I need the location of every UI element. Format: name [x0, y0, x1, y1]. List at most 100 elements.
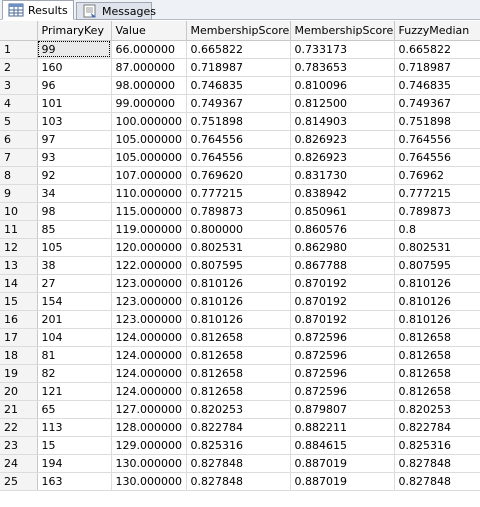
- membershipscore-2-cell[interactable]: 0.831730: [290, 166, 395, 185]
- column-header-membershipscore[interactable]: MembershipScore: [186, 21, 291, 41]
- value-cell[interactable]: 128.000000: [111, 418, 187, 437]
- value-cell[interactable]: 124.000000: [111, 328, 187, 347]
- membershipscore-cell[interactable]: 0.749367: [186, 94, 291, 113]
- row-number[interactable]: 21: [0, 400, 38, 419]
- table-row[interactable]: 22 113 128.000000 0.822784 0.882211 0.822784: [0, 418, 480, 437]
- value-cell[interactable]: 100.000000: [111, 112, 187, 131]
- value-cell[interactable]: 87.000000: [111, 58, 187, 77]
- row-number[interactable]: 10: [0, 202, 38, 221]
- row-number[interactable]: 20: [0, 382, 38, 401]
- primarykey-cell[interactable]: 93: [37, 148, 112, 167]
- membershipscore-2-cell[interactable]: 0.812500: [290, 94, 395, 113]
- fuzzymedian-cell[interactable]: 0.749367: [394, 94, 480, 113]
- value-cell[interactable]: 123.000000: [111, 292, 187, 311]
- table-row[interactable]: 9 34 110.000000 0.777215 0.838942 0.777215: [0, 184, 480, 203]
- fuzzymedian-cell[interactable]: 0.789873: [394, 202, 480, 221]
- results-grid[interactable]: PrimaryKey Value MembershipScore Members…: [0, 21, 480, 507]
- row-number[interactable]: 25: [0, 472, 38, 491]
- table-row[interactable]: 24 194 130.000000 0.827848 0.887019 0.827848: [0, 454, 480, 473]
- membershipscore-cell[interactable]: 0.746835: [186, 76, 291, 95]
- membershipscore-cell[interactable]: 0.764556: [186, 130, 291, 149]
- value-cell[interactable]: 124.000000: [111, 346, 187, 365]
- membershipscore-cell[interactable]: 0.802531: [186, 238, 291, 257]
- value-cell[interactable]: 98.000000: [111, 76, 187, 95]
- table-row[interactable]: 21 65 127.000000 0.820253 0.879807 0.820253: [0, 400, 480, 419]
- fuzzymedian-cell[interactable]: 0.777215: [394, 184, 480, 203]
- membershipscore-cell[interactable]: 0.827848: [186, 472, 291, 491]
- fuzzymedian-cell[interactable]: 0.822784: [394, 418, 480, 437]
- table-row[interactable]: 10 98 115.000000 0.789873 0.850961 0.789873: [0, 202, 480, 221]
- tab-messages[interactable]: Messages: [76, 2, 156, 20]
- table-row[interactable]: 15 154 123.000000 0.810126 0.870192 0.810126: [0, 292, 480, 311]
- table-row[interactable]: 1 99 66.000000 0.665822 0.733173 0.665822: [0, 40, 480, 59]
- membershipscore-2-cell[interactable]: 0.814903: [290, 112, 395, 131]
- row-number[interactable]: 5: [0, 112, 38, 131]
- table-row[interactable]: 23 15 129.000000 0.825316 0.884615 0.825316: [0, 436, 480, 455]
- primarykey-cell[interactable]: 27: [37, 274, 112, 293]
- table-row[interactable]: 19 82 124.000000 0.812658 0.872596 0.812658: [0, 364, 480, 383]
- membershipscore-cell[interactable]: 0.751898: [186, 112, 291, 131]
- table-row[interactable]: 7 93 105.000000 0.764556 0.826923 0.764556: [0, 148, 480, 167]
- primarykey-cell[interactable]: 99: [37, 40, 112, 59]
- value-cell[interactable]: 124.000000: [111, 382, 187, 401]
- membershipscore-2-cell[interactable]: 0.860576: [290, 220, 395, 239]
- value-cell[interactable]: 119.000000: [111, 220, 187, 239]
- membershipscore-2-cell[interactable]: 0.826923: [290, 148, 395, 167]
- membershipscore-cell[interactable]: 0.812658: [186, 364, 291, 383]
- primarykey-cell[interactable]: 160: [37, 58, 112, 77]
- primarykey-cell[interactable]: 97: [37, 130, 112, 149]
- primarykey-cell[interactable]: 154: [37, 292, 112, 311]
- primarykey-cell[interactable]: 85: [37, 220, 112, 239]
- row-number[interactable]: 11: [0, 220, 38, 239]
- table-row[interactable]: 5 103 100.000000 0.751898 0.814903 0.751898: [0, 112, 480, 131]
- value-cell[interactable]: 105.000000: [111, 148, 187, 167]
- row-number[interactable]: 13: [0, 256, 38, 275]
- membershipscore-2-cell[interactable]: 0.879807: [290, 400, 395, 419]
- primarykey-cell[interactable]: 96: [37, 76, 112, 95]
- value-cell[interactable]: 66.000000: [111, 40, 187, 59]
- membershipscore-cell[interactable]: 0.777215: [186, 184, 291, 203]
- primarykey-cell[interactable]: 104: [37, 328, 112, 347]
- fuzzymedian-cell[interactable]: 0.812658: [394, 346, 480, 365]
- row-number[interactable]: 22: [0, 418, 38, 437]
- primarykey-cell[interactable]: 163: [37, 472, 112, 491]
- membershipscore-cell[interactable]: 0.764556: [186, 148, 291, 167]
- row-number[interactable]: 17: [0, 328, 38, 347]
- column-header-value[interactable]: Value: [111, 21, 187, 41]
- fuzzymedian-cell[interactable]: 0.8: [394, 220, 480, 239]
- table-row[interactable]: 4 101 99.000000 0.749367 0.812500 0.749367: [0, 94, 480, 113]
- membershipscore-cell[interactable]: 0.807595: [186, 256, 291, 275]
- membershipscore-2-cell[interactable]: 0.862980: [290, 238, 395, 257]
- row-number[interactable]: 1: [0, 40, 38, 59]
- membershipscore-cell[interactable]: 0.789873: [186, 202, 291, 221]
- membershipscore-cell[interactable]: 0.812658: [186, 382, 291, 401]
- membershipscore-2-cell[interactable]: 0.887019: [290, 472, 395, 491]
- membershipscore-cell[interactable]: 0.665822: [186, 40, 291, 59]
- table-row[interactable]: 3 96 98.000000 0.746835 0.810096 0.746835: [0, 76, 480, 95]
- membershipscore-2-cell[interactable]: 0.870192: [290, 310, 395, 329]
- membershipscore-cell[interactable]: 0.820253: [186, 400, 291, 419]
- membershipscore-2-cell[interactable]: 0.850961: [290, 202, 395, 221]
- membershipscore-cell[interactable]: 0.810126: [186, 310, 291, 329]
- primarykey-cell[interactable]: 65: [37, 400, 112, 419]
- fuzzymedian-cell[interactable]: 0.810126: [394, 274, 480, 293]
- table-row[interactable]: 6 97 105.000000 0.764556 0.826923 0.764556: [0, 130, 480, 149]
- fuzzymedian-cell[interactable]: 0.718987: [394, 58, 480, 77]
- fuzzymedian-cell[interactable]: 0.812658: [394, 382, 480, 401]
- row-number[interactable]: 14: [0, 274, 38, 293]
- fuzzymedian-cell[interactable]: 0.810126: [394, 310, 480, 329]
- corner-cell[interactable]: [0, 21, 38, 41]
- tab-results[interactable]: Results: [2, 0, 74, 20]
- table-row[interactable]: 17 104 124.000000 0.812658 0.872596 0.812658: [0, 328, 480, 347]
- column-header-membershipscore-2[interactable]: MembershipScore: [290, 21, 395, 41]
- fuzzymedian-cell[interactable]: 0.764556: [394, 148, 480, 167]
- row-number[interactable]: 16: [0, 310, 38, 329]
- membershipscore-2-cell[interactable]: 0.872596: [290, 346, 395, 365]
- primarykey-cell[interactable]: 194: [37, 454, 112, 473]
- membershipscore-cell[interactable]: 0.822784: [186, 418, 291, 437]
- membershipscore-2-cell[interactable]: 0.870192: [290, 292, 395, 311]
- fuzzymedian-cell[interactable]: 0.746835: [394, 76, 480, 95]
- membershipscore-2-cell[interactable]: 0.887019: [290, 454, 395, 473]
- row-number[interactable]: 3: [0, 76, 38, 95]
- fuzzymedian-cell[interactable]: 0.827848: [394, 472, 480, 491]
